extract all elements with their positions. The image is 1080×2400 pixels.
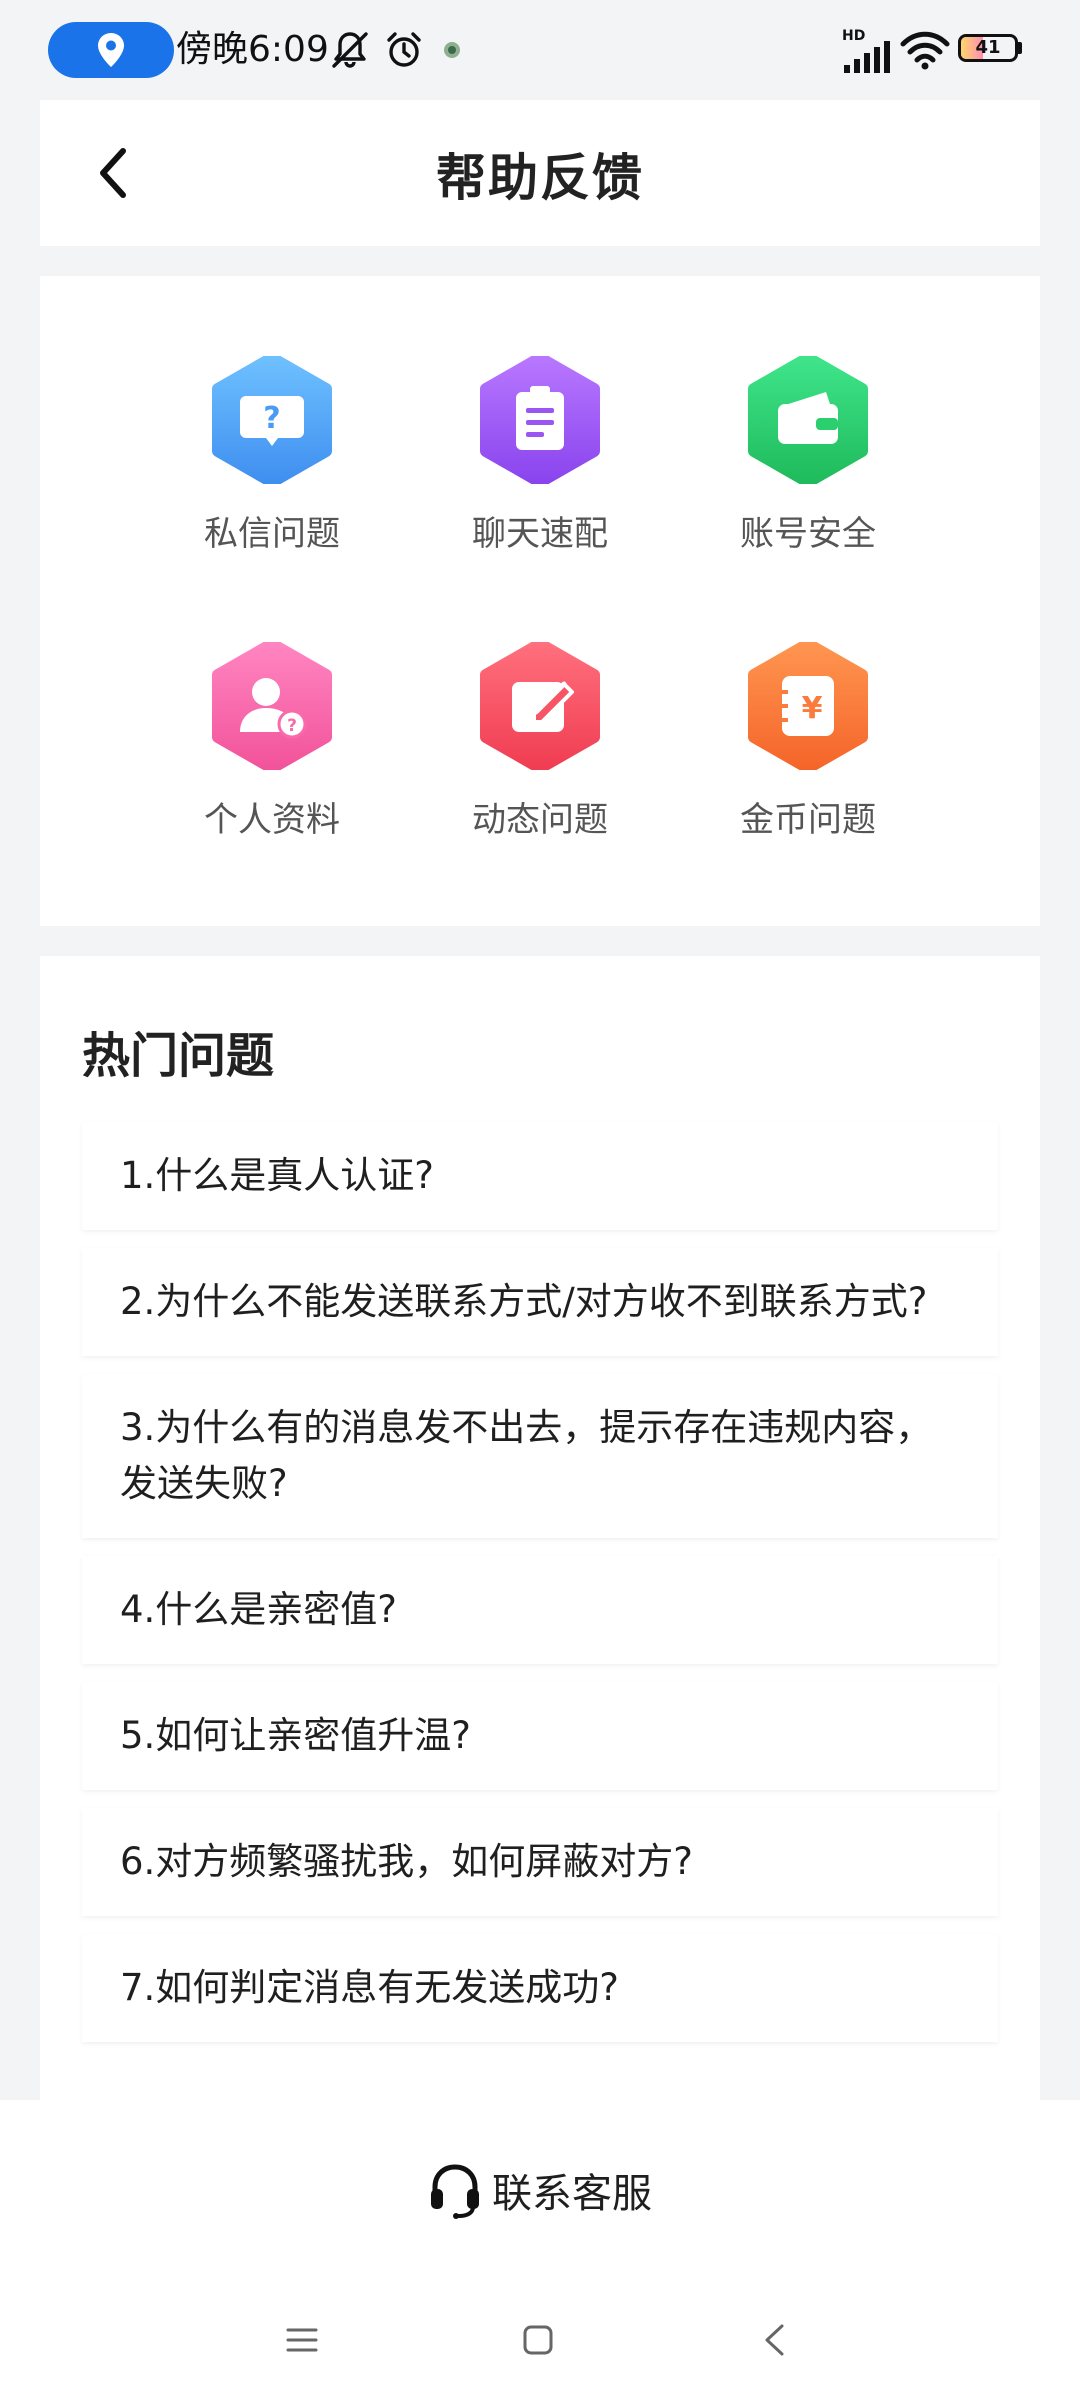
location-pill[interactable] [48,22,174,78]
clipboard-icon [480,356,600,484]
system-back-button[interactable] [734,2300,814,2380]
headset-icon [431,2164,479,2219]
faq-item[interactable]: 4.什么是亲密值? [82,1556,998,1664]
battery-indicator: 41 [958,34,1018,62]
bottom-bar: 联系客服 [0,2100,1080,2400]
category-label: 个人资料 [204,800,340,840]
faq-item[interactable]: 6.对方频繁骚扰我，如何屏蔽对方? [82,1808,998,1916]
wifi-icon [900,26,950,74]
wallet-icon [748,356,868,484]
contact-support-label: 联系客服 [492,2171,652,2217]
faq-list: 1.什么是真人认证? 2.为什么不能发送联系方式/对方收不到联系方式? 3.为什… [82,1122,998,2060]
battery-percentage: 41 [975,37,1001,58]
category-label: 聊天速配 [472,514,608,554]
category-label: 私信问题 [204,514,340,554]
back-triangle-icon [765,2324,784,2356]
battery-tip [1018,42,1022,54]
home-square-icon [523,2325,553,2355]
category-chat-match[interactable]: 聊天速配 [410,356,670,586]
status-bar: 傍晚6:09 HD 41 [0,0,1080,100]
menu-icon [286,2328,318,2352]
contact-support-button[interactable]: 联系客服 [390,2150,690,2230]
svg-text:¥: ¥ [802,691,823,726]
faq-item[interactable]: 5.如何让亲密值升温? [82,1682,998,1790]
faq-item[interactable]: 3.为什么有的消息发不出去，提示存在违规内容，发送失败? [82,1374,998,1538]
category-grid: ? 私信问题 聊天速配 账号安全 ? 个人资料 动态问题 ¥ 金币问题 [40,276,1040,926]
faq-item[interactable]: 7.如何判定消息有无发送成功? [82,1934,998,2042]
category-profile[interactable]: ? 个人资料 [142,642,402,872]
category-label: 账号安全 [740,514,876,554]
category-label: 金币问题 [740,800,876,840]
svg-text:?: ? [263,401,280,436]
app-notification-icon [440,26,464,74]
yuan-coin-icon: ¥ [748,642,868,770]
category-coins[interactable]: ¥ 金币问题 [678,642,938,872]
question-bubble-icon: ? [212,356,332,484]
user-question-icon: ? [212,642,332,770]
clock-time: 傍晚6:09 [176,29,329,70]
faq-item[interactable]: 1.什么是真人认证? [82,1122,998,1230]
home-button[interactable] [498,2300,578,2380]
category-account-security[interactable]: 账号安全 [678,356,938,586]
category-private-message[interactable]: ? 私信问题 [142,356,402,586]
section-title: 热门问题 [82,1028,275,1084]
category-moments[interactable]: 动态问题 [410,642,670,872]
hot-questions-section: 热门问题 1.什么是真人认证? 2.为什么不能发送联系方式/对方收不到联系方式?… [40,956,1040,2100]
recent-apps-button[interactable] [262,2300,342,2380]
location-pin-icon [98,33,124,67]
alarm-icon [382,26,426,74]
mute-icon [328,26,372,74]
page-title: 帮助反馈 [436,149,644,207]
svg-text:?: ? [287,716,297,736]
category-label: 动态问题 [472,800,608,840]
edit-icon [480,642,600,770]
app-header: 帮助反馈 [40,100,1040,246]
cellular-signal-icon [842,34,890,82]
faq-item[interactable]: 2.为什么不能发送联系方式/对方收不到联系方式? [82,1248,998,1356]
